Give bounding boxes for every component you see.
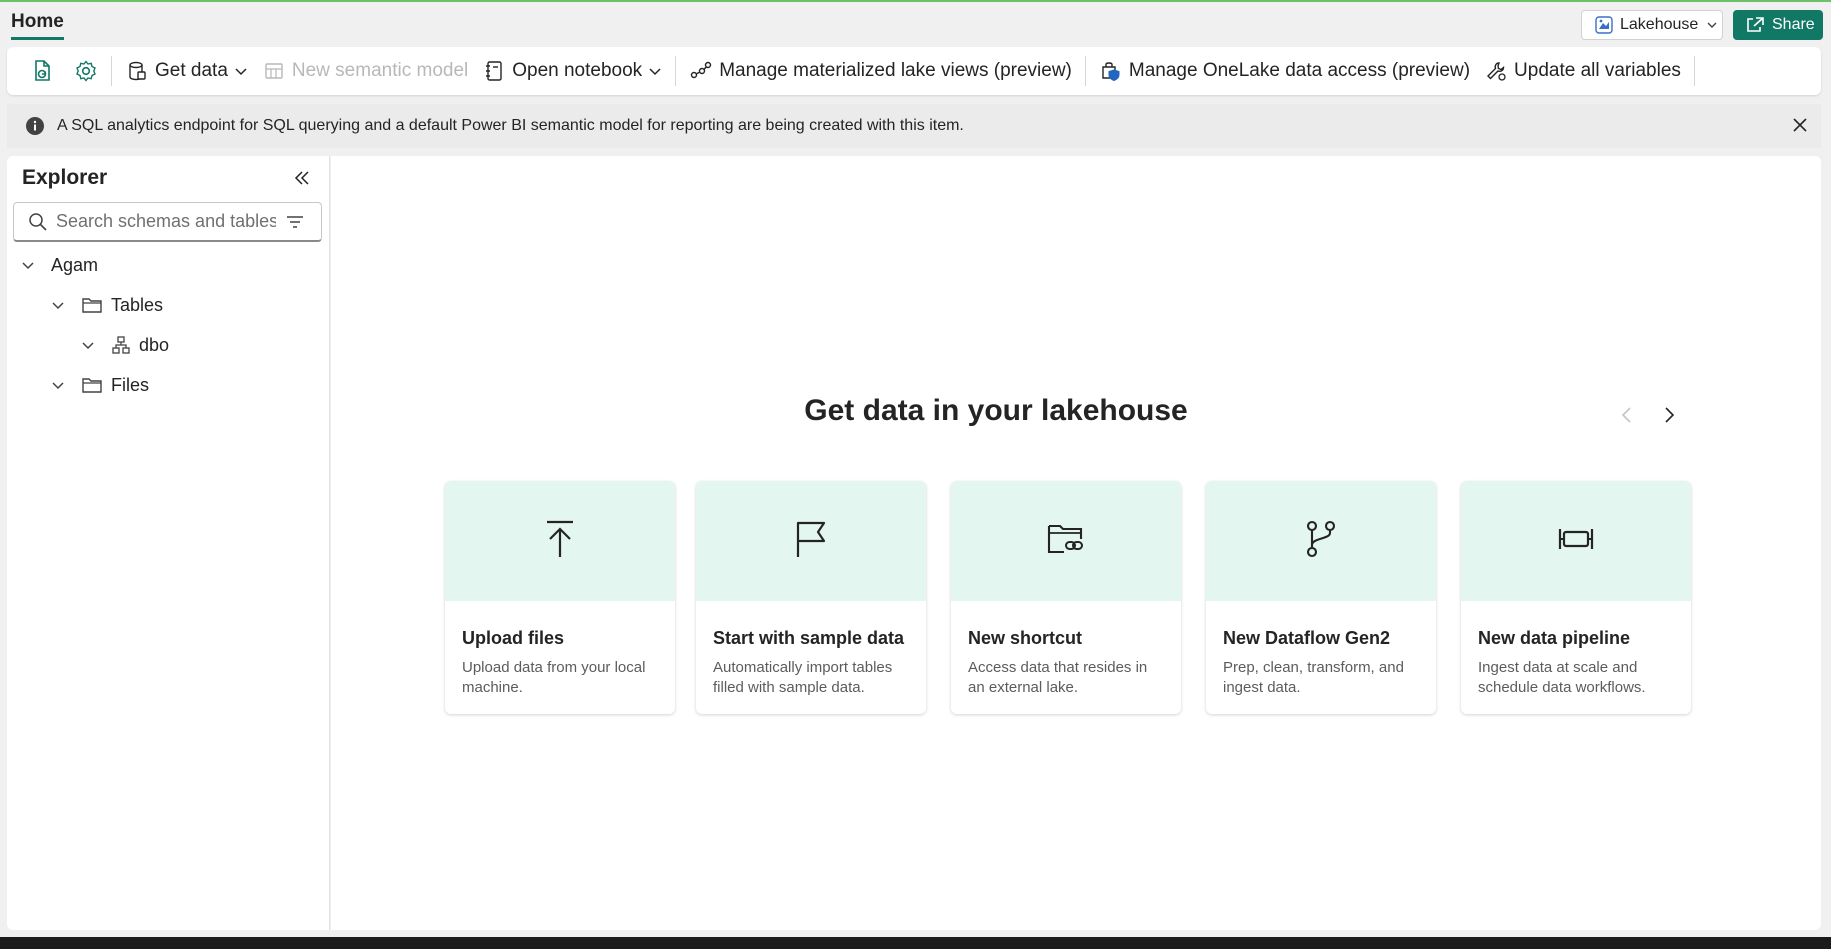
explorer-title: Explorer <box>22 166 108 189</box>
update-variables-button[interactable]: Update all variables <box>1477 53 1688 89</box>
document-refresh-icon <box>30 59 54 83</box>
lakehouse-label: Lakehouse <box>1620 16 1699 33</box>
tree-item-label: dbo <box>139 334 170 355</box>
page-title-text: Get data in your lakehouse <box>804 394 1188 427</box>
card-title: Start with sample data <box>713 628 905 648</box>
new-item-button[interactable] <box>23 53 61 89</box>
chevron-down-icon <box>1706 19 1718 31</box>
chevron-left-icon[interactable] <box>1616 404 1638 426</box>
database-icon <box>125 59 149 83</box>
info-icon <box>25 116 45 136</box>
explorer-panel: Explorer Agam Tables dbo <box>7 156 330 930</box>
settings-button[interactable] <box>67 53 105 89</box>
card-description: Upload data from your local machine. <box>462 659 646 696</box>
card-header <box>1206 481 1436 601</box>
manage-onelake-access-button[interactable]: Manage OneLake data access (preview) <box>1092 53 1477 89</box>
card-title: New data pipeline <box>1478 628 1631 648</box>
card-header <box>1461 481 1691 601</box>
tree-item-label: Tables <box>111 294 164 315</box>
tab-home[interactable]: Home <box>11 11 64 40</box>
ribbon-divider <box>1084 56 1086 86</box>
card-new-pipeline[interactable]: New data pipeline Ingest data at scale a… <box>1461 481 1691 714</box>
card-new-dataflow[interactable]: New Dataflow Gen2 Prep, clean, transform… <box>1206 481 1436 714</box>
ribbon-divider <box>1693 56 1695 86</box>
share-icon <box>1745 16 1765 34</box>
card-new-shortcut[interactable]: New shortcut Access data that resides in… <box>951 481 1181 714</box>
folder-link-icon <box>1046 521 1086 562</box>
main-content: Get data in your lakehouse Upload files … <box>331 156 1821 930</box>
wrench-icon <box>1484 59 1508 83</box>
update-variables-label: Update all variables <box>1514 60 1681 81</box>
card-header <box>696 481 926 601</box>
bottom-edge <box>0 937 1831 949</box>
get-data-button[interactable]: Get data <box>118 53 255 89</box>
chevron-down-icon <box>234 64 248 78</box>
card-title: New Dataflow Gen2 <box>1223 628 1391 648</box>
search-icon <box>28 212 48 232</box>
card-description: Access data that resides in an external … <box>968 659 1148 696</box>
shield-lock-icon <box>1099 59 1123 83</box>
tree-item-files[interactable]: Files <box>51 370 149 400</box>
new-semantic-model-label: New semantic model <box>291 60 469 81</box>
open-notebook-label: Open notebook <box>512 60 643 81</box>
card-title: Upload files <box>462 628 565 648</box>
share-button[interactable]: Share <box>1733 10 1823 40</box>
chevron-down-icon <box>21 258 39 272</box>
schema-icon <box>111 335 131 355</box>
card-description: Ingest data at scale and schedule data w… <box>1478 659 1646 696</box>
lineage-icon <box>689 59 713 83</box>
search-input[interactable] <box>56 211 276 232</box>
chevron-down-icon <box>648 64 662 78</box>
card-header <box>445 481 675 601</box>
gear-icon <box>74 59 98 83</box>
manage-onelake-access-label: Manage OneLake data access (preview) <box>1128 60 1471 81</box>
card-title: New shortcut <box>968 628 1083 648</box>
folder-icon <box>81 295 103 315</box>
flag-icon <box>793 519 829 564</box>
branch-icon <box>1303 519 1339 564</box>
semantic-model-icon <box>262 59 286 83</box>
tree-item-tables[interactable]: Tables <box>51 290 163 320</box>
pipeline-icon <box>1556 523 1596 560</box>
ribbon-divider <box>111 56 112 86</box>
notebook-icon <box>482 59 506 83</box>
tree-item-label: Agam <box>51 254 99 275</box>
manage-lake-views-label: Manage materialized lake views (preview) <box>719 60 1072 81</box>
lakehouse-switcher-button[interactable]: Lakehouse <box>1581 10 1723 40</box>
tree-item-agam[interactable]: Agam <box>21 250 98 280</box>
page-title: Get data in your lakehouse <box>331 394 1821 428</box>
new-semantic-model-button[interactable]: New semantic model <box>255 53 475 89</box>
search-box <box>13 202 322 242</box>
filter-icon[interactable] <box>285 213 305 231</box>
manage-lake-views-button[interactable]: Manage materialized lake views (preview) <box>682 53 1079 89</box>
tree-item-label: Files <box>111 374 150 395</box>
get-data-label: Get data <box>155 60 228 81</box>
collapse-panel-icon[interactable] <box>292 168 312 188</box>
ribbon-toolbar: Get data New semantic model Open noteboo… <box>7 47 1821 95</box>
card-description: Automatically import tables filled with … <box>713 659 893 696</box>
chevron-down-icon <box>51 298 69 312</box>
open-notebook-button[interactable]: Open notebook <box>475 53 669 89</box>
share-label: Share <box>1772 16 1815 33</box>
info-message-bar: A SQL analytics endpoint for SQL queryin… <box>7 104 1821 148</box>
info-message-text: A SQL analytics endpoint for SQL queryin… <box>57 117 964 134</box>
card-sample-data[interactable]: Start with sample data Automatically imp… <box>696 481 926 714</box>
card-upload-files[interactable]: Upload files Upload data from your local… <box>445 481 675 714</box>
lakehouse-icon <box>1594 15 1614 35</box>
card-description: Prep, clean, transform, and ingest data. <box>1223 659 1404 696</box>
close-icon[interactable] <box>1791 116 1809 134</box>
folder-icon <box>81 375 103 395</box>
ribbon-divider <box>675 56 677 86</box>
tree-item-dbo[interactable]: dbo <box>81 330 169 360</box>
chevron-down-icon <box>81 338 99 352</box>
card-header <box>951 481 1181 601</box>
chevron-down-icon <box>51 378 69 392</box>
upload-icon <box>542 519 578 564</box>
tab-bar: Home Lakehouse Share <box>0 2 1831 44</box>
chevron-right-icon[interactable] <box>1658 404 1680 426</box>
